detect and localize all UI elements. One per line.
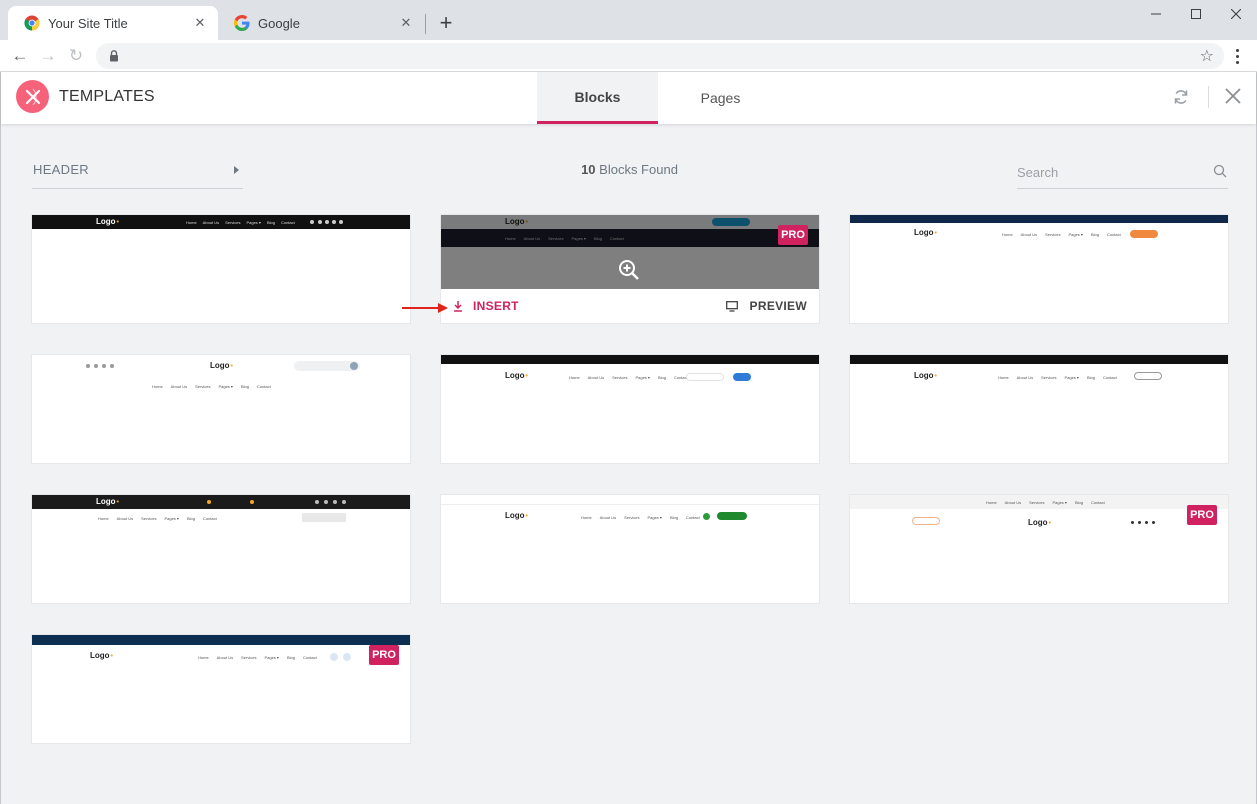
- window-close-button[interactable]: [1224, 4, 1248, 24]
- insert-button[interactable]: INSERT: [453, 299, 519, 313]
- browser-menu-icon[interactable]: [1228, 44, 1246, 68]
- close-icon[interactable]: ✕: [192, 15, 208, 31]
- library-title: TEMPLATES: [59, 88, 155, 105]
- card-preview-nav: HomeAbout UsServicesPages ▾BlogContact: [152, 384, 271, 389]
- template-card[interactable]: Logo HomeAbout UsServicesPages ▾BlogCont…: [32, 635, 410, 743]
- card-preview-logo: Logo: [96, 217, 119, 226]
- card-preview-search: [302, 513, 346, 522]
- pro-badge: PRO: [1187, 505, 1217, 525]
- card-preview-nav: HomeAbout UsServicesPages ▾BlogContact: [581, 515, 700, 520]
- card-preview-logo: Logo: [914, 228, 937, 237]
- download-icon: [454, 300, 462, 312]
- card-preview-nav: HomeAbout UsServicesPages ▾BlogContact: [198, 655, 317, 660]
- preview-button-label: PREVIEW: [749, 299, 807, 313]
- card-preview-logo: Logo: [505, 371, 528, 380]
- minimize-button[interactable]: [1144, 4, 1168, 24]
- results-count-label: Blocks Found: [595, 162, 678, 177]
- card-preview-nav: HomeAbout UsServicesPages ▾BlogContact: [569, 375, 688, 380]
- card-preview-logo: Logo: [914, 371, 937, 380]
- lock-icon: [110, 50, 118, 62]
- pro-badge: PRO: [369, 645, 399, 665]
- zoom-in-icon[interactable]: [618, 259, 640, 281]
- back-button[interactable]: ←: [8, 44, 32, 68]
- library-header: TEMPLATES Blocks Pages: [1, 72, 1256, 124]
- card-preview-nav: HomeAbout UsServicesPages ▾BlogContact: [98, 516, 217, 521]
- template-card[interactable]: Home About Us Services Pages ▾ Blog Contact L…: [850, 495, 1228, 603]
- card-preview-logo: Logo: [90, 651, 113, 660]
- monitor-icon: [725, 300, 738, 312]
- card-preview-nav: HomeAbout UsServicesPages ▾BlogContact: [186, 220, 295, 225]
- close-icon[interactable]: [1223, 86, 1243, 106]
- card-preview-nav: HomeAbout UsServicesPages ▾BlogContact: [1002, 232, 1121, 237]
- header-divider: [1208, 86, 1209, 108]
- card-preview-button: [1130, 230, 1158, 238]
- tab-title: Google: [258, 15, 300, 31]
- google-icon: [234, 15, 250, 31]
- address-bar[interactable]: ☆: [96, 43, 1224, 69]
- card-preview-button: [733, 373, 751, 381]
- forward-button[interactable]: →: [36, 44, 60, 68]
- template-card-hovered[interactable]: Logo HomeAbout UsServicesPages ▾BlogCont…: [441, 215, 819, 323]
- card-preview-button: [1134, 372, 1162, 380]
- preview-button[interactable]: PREVIEW: [725, 299, 807, 313]
- search-field[interactable]: [1017, 160, 1228, 189]
- template-card[interactable]: Logo HomeAbout UsServicesPages ▾BlogCont…: [32, 215, 410, 323]
- card-preview-topbar: [850, 355, 1228, 364]
- bookmark-star-icon[interactable]: ☆: [1200, 46, 1214, 66]
- card-actions: INSERT PREVIEW: [441, 289, 819, 323]
- template-card[interactable]: Logo HomeAbout UsServicesPages ▾BlogCont…: [441, 355, 819, 463]
- minimize-icon: [1151, 13, 1161, 15]
- search-input[interactable]: [1017, 160, 1207, 184]
- tab-blocks[interactable]: Blocks: [537, 72, 658, 124]
- browser-tabstrip: Your Site Title ✕ Google ✕ +: [0, 0, 1257, 40]
- results-count-number: 10: [581, 162, 596, 177]
- card-preview-button: [717, 512, 747, 520]
- card-preview-logo: Logo: [210, 361, 233, 370]
- card-preview-topbar: [850, 215, 1228, 223]
- card-preview-nav: HomeAbout UsServicesPages ▾BlogContact: [998, 375, 1117, 380]
- close-icon[interactable]: ✕: [398, 15, 414, 31]
- card-preview-logo: Logo: [505, 511, 528, 520]
- template-card[interactable]: Logo HomeAbout UsServicesPages ▾BlogCont…: [32, 355, 410, 463]
- maximize-button[interactable]: [1184, 4, 1208, 24]
- browser-toolbar: ← → ↻ ☆: [0, 40, 1257, 72]
- tab-separator: [425, 14, 426, 34]
- card-preview-topbar: [32, 495, 410, 509]
- reload-button[interactable]: ↻: [64, 44, 88, 68]
- pro-badge: PRO: [778, 225, 808, 245]
- sync-icon[interactable]: [1171, 87, 1191, 107]
- chrome-icon: [24, 15, 40, 31]
- template-card[interactable]: Logo HomeAbout UsServicesPages ▾BlogCont…: [850, 215, 1228, 323]
- tab-title: Your Site Title: [48, 15, 128, 31]
- tab-pages[interactable]: Pages: [660, 72, 781, 124]
- browser-tab-site[interactable]: Your Site Title ✕: [8, 6, 218, 40]
- search-icon[interactable]: [1212, 163, 1228, 179]
- close-icon: [1231, 9, 1241, 19]
- card-preview-topbar: [441, 495, 819, 505]
- card-preview-button: [912, 517, 940, 525]
- maximize-icon: [1191, 9, 1201, 19]
- card-preview-logo: Logo: [1028, 518, 1051, 527]
- template-card[interactable]: Logo HomeAbout UsServicesPages ▾BlogCont…: [850, 355, 1228, 463]
- insert-button-label: INSERT: [473, 299, 519, 313]
- template-card[interactable]: Logo HomeAbout UsServicesPages ▾BlogCont…: [32, 495, 410, 603]
- browser-tab-google[interactable]: Google ✕: [218, 6, 424, 40]
- templates-logo-icon: [16, 80, 49, 113]
- template-library: TEMPLATES Blocks Pages HEADER 10 Blocks …: [0, 72, 1257, 804]
- new-tab-button[interactable]: +: [434, 10, 458, 35]
- template-card[interactable]: Logo HomeAbout UsServicesPages ▾BlogCont…: [441, 495, 819, 603]
- card-preview-search: [686, 373, 724, 381]
- card-preview-nav: HomeAbout UsServicesPages ▾BlogContact: [986, 500, 1105, 505]
- card-preview-logo: Logo: [96, 497, 119, 506]
- card-preview-topbar: [441, 355, 819, 364]
- card-preview-topbar: [32, 635, 410, 645]
- annotation-arrow-icon: [402, 303, 448, 313]
